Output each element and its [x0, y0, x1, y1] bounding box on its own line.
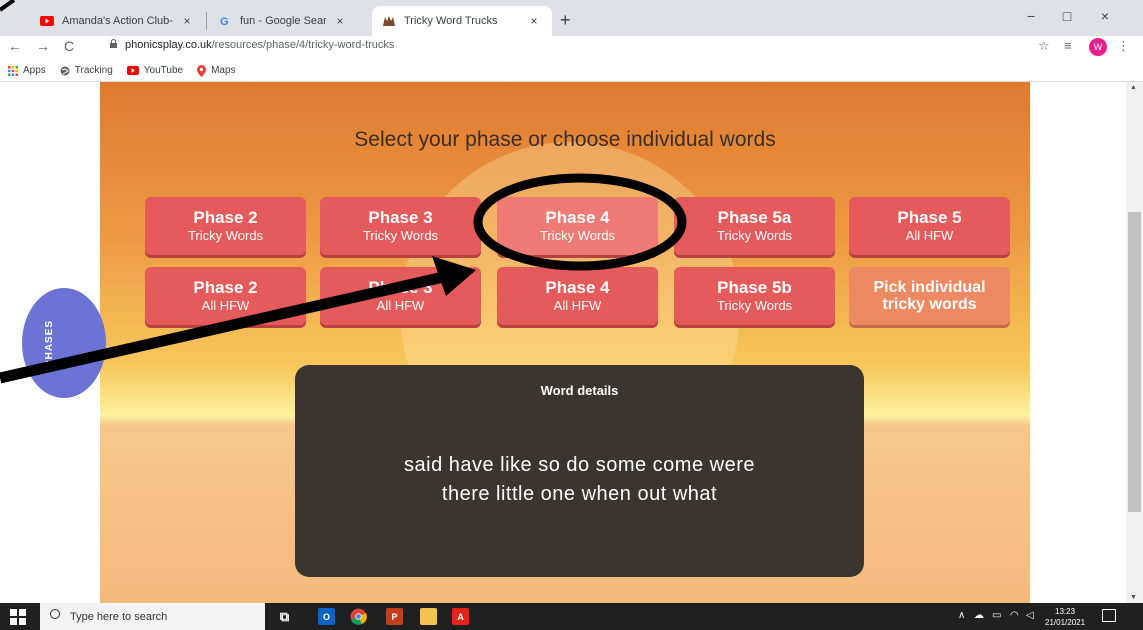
windows-taskbar: Type here to search ⧉ O P A ∧ ☁ ▭ ◠ ◁ 13… — [0, 603, 1143, 630]
battery-icon[interactable]: ▭ — [992, 610, 1001, 621]
clock-time: 13:23 — [1055, 607, 1076, 616]
system-clock[interactable]: 13:23 21/01/2021 — [1045, 606, 1085, 628]
annotation-overlay — [0, 0, 687, 384]
wifi-icon[interactable]: ◠ — [1010, 610, 1019, 621]
search-icon — [50, 609, 60, 619]
task-view-icon[interactable]: ⧉ — [276, 608, 293, 625]
file-explorer-icon[interactable] — [420, 608, 437, 625]
search-placeholder: Type here to search — [70, 610, 168, 623]
notification-center-icon[interactable] — [1102, 609, 1116, 622]
screen: Amanda's Action Club- Warm Up × G fun - … — [0, 0, 1143, 630]
corner-mark-annotation — [0, 0, 16, 12]
highlight-circle-annotation — [473, 173, 687, 271]
chrome-icon[interactable] — [350, 608, 367, 625]
volume-icon[interactable]: ◁ — [1026, 610, 1034, 621]
clock-date: 21/01/2021 — [1045, 618, 1086, 627]
acrobat-icon[interactable]: A — [452, 608, 469, 625]
windows-start-icon[interactable] — [10, 609, 26, 625]
taskbar-search-box[interactable]: Type here to search — [40, 603, 265, 630]
outlook-icon[interactable]: O — [318, 608, 335, 625]
onedrive-icon[interactable]: ☁ — [974, 610, 984, 621]
pointer-arrow-annotation — [0, 270, 450, 384]
powerpoint-icon[interactable]: P — [386, 608, 403, 625]
tray-expand-icon[interactable]: ∧ — [958, 610, 965, 621]
